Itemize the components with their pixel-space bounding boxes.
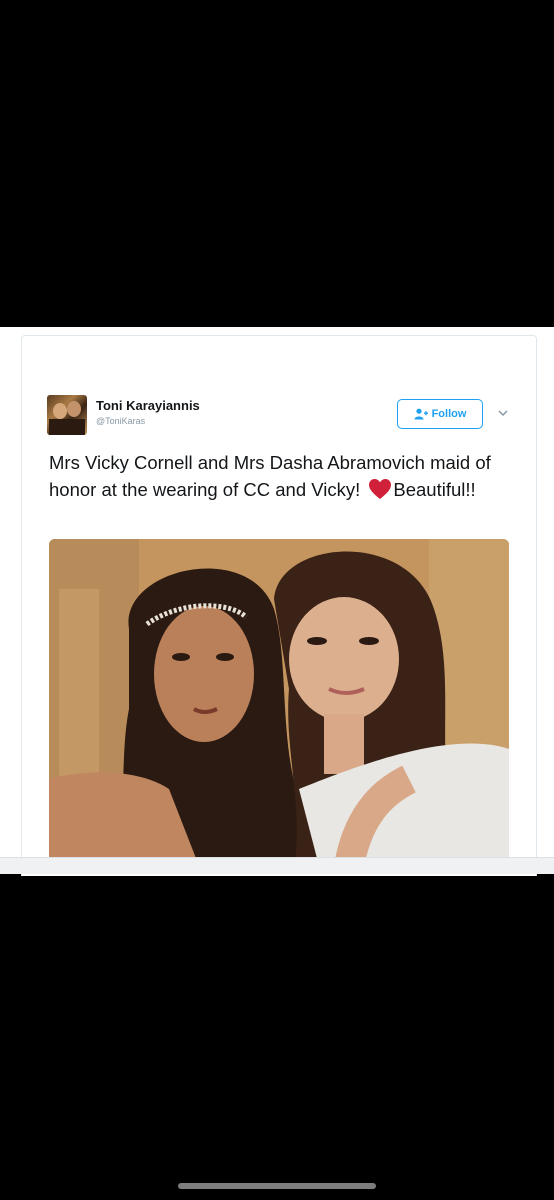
divider <box>0 857 554 874</box>
screenshot-band: Toni Karayiannis @ToniKaras Follow Mrs V… <box>0 327 554 876</box>
photo-illustration <box>49 539 509 866</box>
display-name[interactable]: Toni Karayiannis <box>96 398 200 413</box>
tweet-text: Mrs Vicky Cornell and Mrs Dasha Abramovi… <box>49 449 519 503</box>
chevron-down-icon[interactable] <box>496 406 510 420</box>
user-handle[interactable]: @ToniKaras <box>96 416 145 426</box>
tweet-card: Toni Karayiannis @ToniKaras Follow Mrs V… <box>21 335 537 876</box>
heart-icon <box>369 479 392 499</box>
follow-label: Follow <box>431 408 467 420</box>
tweet-photo[interactable] <box>49 539 509 866</box>
home-indicator[interactable] <box>178 1183 376 1189</box>
add-user-icon <box>414 408 428 420</box>
follow-button[interactable]: Follow <box>397 399 483 429</box>
tweet-text-end: Beautiful!! <box>393 479 476 500</box>
avatar[interactable] <box>47 395 87 435</box>
